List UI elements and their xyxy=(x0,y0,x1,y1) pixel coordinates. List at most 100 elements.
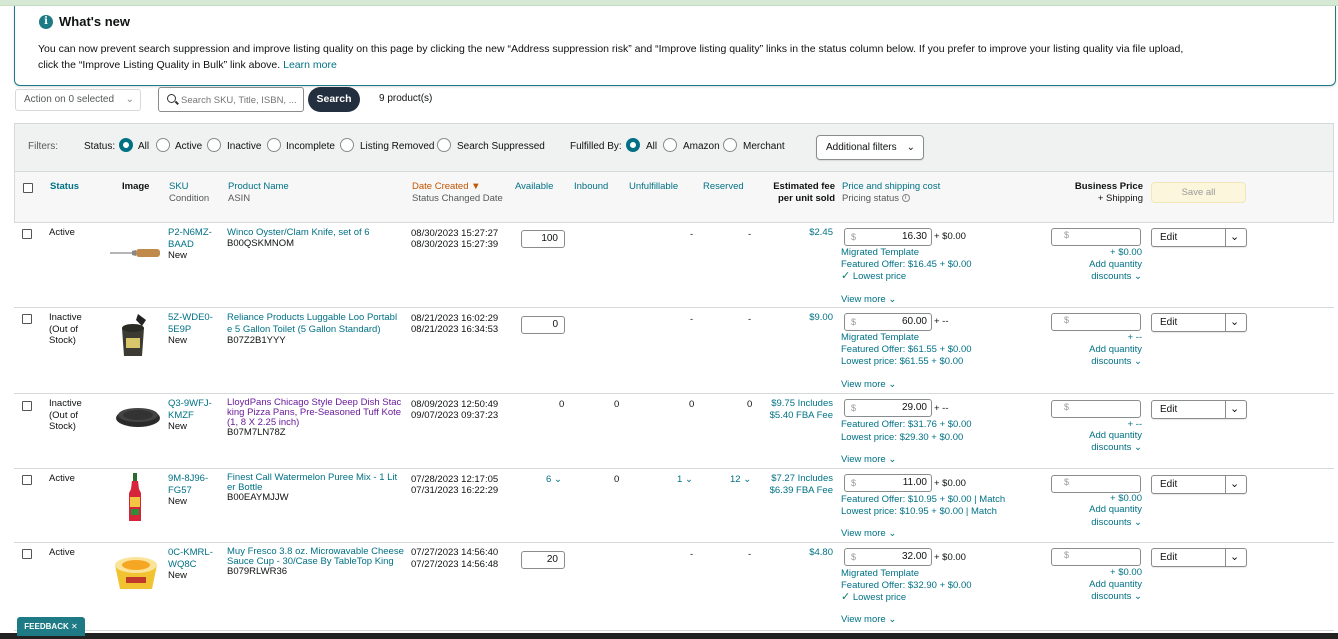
status-radio-inactive[interactable] xyxy=(207,138,221,152)
row-sku[interactable]: 5Z-WDE0- xyxy=(168,312,213,324)
row-sku-cont[interactable]: BAAD xyxy=(168,239,212,251)
status-radio-search-suppressed[interactable] xyxy=(437,138,451,152)
fulfilled-radio-all[interactable] xyxy=(626,138,640,152)
price-input[interactable]: $11.00 xyxy=(844,474,932,492)
price-input[interactable]: $60.00 xyxy=(844,313,932,331)
row-product-name[interactable]: Reliance Products Luggable Loo Portabl xyxy=(227,312,397,324)
price-input[interactable]: $29.00 xyxy=(844,399,932,417)
row-sku-cont[interactable]: FG57 xyxy=(168,485,208,497)
row-fee-detail[interactable]: $6.39 FBA Fee xyxy=(754,485,833,497)
dropdown-chevron-icon[interactable]: ⌄ xyxy=(1230,476,1239,493)
row-fee[interactable]: $7.27 Includes xyxy=(754,473,833,485)
status-option-search-suppressed[interactable]: Search Suppressed xyxy=(457,141,545,152)
product-image-toilet[interactable] xyxy=(118,312,148,358)
edit-button[interactable]: Edit ⌄ xyxy=(1151,475,1247,494)
additional-filters-button[interactable]: Additional filters ⌄ xyxy=(816,135,924,160)
info-circle-icon[interactable]: i xyxy=(901,194,910,203)
row-fee[interactable]: $9.75 Includes xyxy=(754,398,833,410)
dropdown-chevron-icon[interactable]: ⌄ xyxy=(1230,314,1239,331)
edit-button[interactable]: Edit ⌄ xyxy=(1151,228,1247,247)
feedback-button[interactable]: FEEDBACK ✕ xyxy=(17,617,85,636)
row-sku-cont[interactable]: WQ8C xyxy=(168,559,213,571)
column-unfulfillable[interactable]: Unfulfillable xyxy=(629,181,678,193)
add-quantity-link[interactable]: Add quantity xyxy=(1064,430,1142,442)
discounts-link[interactable]: discounts xyxy=(1091,591,1131,602)
available-quantity-input[interactable]: 100 xyxy=(521,230,565,248)
row-checkbox[interactable] xyxy=(22,401,32,411)
fulfilled-option-merchant[interactable]: Merchant xyxy=(743,141,785,152)
status-option-listing-removed[interactable]: Listing Removed xyxy=(360,141,434,152)
edit-button[interactable]: Edit ⌄ xyxy=(1151,313,1247,332)
select-all-checkbox[interactable] xyxy=(23,183,33,193)
pricing-line[interactable]: Featured Offer: $61.55 + $0.00 xyxy=(841,344,972,356)
column-reserved[interactable]: Reserved xyxy=(703,181,744,193)
row-reserved[interactable]: 12 xyxy=(730,474,741,485)
status-radio-all[interactable] xyxy=(119,138,133,152)
price-input[interactable]: $16.30 xyxy=(844,228,932,246)
row-fee-detail[interactable]: $5.40 FBA Fee xyxy=(754,410,833,422)
pricing-line[interactable]: Featured Offer: $32.90 + $0.00 xyxy=(841,580,972,592)
discounts-link[interactable]: discounts xyxy=(1091,271,1131,282)
add-quantity-link[interactable]: Add quantity xyxy=(1064,259,1142,271)
bulk-action-select[interactable]: Action on 0 selected ⌄ xyxy=(15,89,141,111)
row-fee[interactable]: $4.80 xyxy=(754,547,833,559)
product-image-bottle[interactable] xyxy=(126,473,144,523)
product-image-pizza-pan[interactable] xyxy=(114,404,162,428)
dropdown-chevron-icon[interactable]: ⌄ xyxy=(1230,229,1239,246)
status-option-inactive[interactable]: Inactive xyxy=(227,141,261,152)
pricing-line[interactable]: Migrated Template xyxy=(841,332,919,344)
add-quantity-link[interactable]: Add quantity xyxy=(1064,504,1142,516)
view-more-link[interactable]: View more xyxy=(841,454,886,465)
row-sku[interactable]: 9M-8J96- xyxy=(168,473,208,485)
edit-button[interactable]: Edit ⌄ xyxy=(1151,548,1247,567)
pricing-line[interactable]: Featured Offer: $10.95 + $0.00 | Match xyxy=(841,494,1005,506)
row-checkbox[interactable] xyxy=(22,229,32,239)
pricing-line[interactable]: Migrated Template xyxy=(841,247,919,259)
learn-more-link[interactable]: Learn more xyxy=(283,59,337,71)
row-sku[interactable]: 0C-KMRL- xyxy=(168,547,213,559)
dropdown-chevron-icon[interactable]: ⌄ xyxy=(1230,549,1239,566)
save-all-button[interactable]: Save all xyxy=(1151,182,1246,203)
discounts-link[interactable]: discounts xyxy=(1091,442,1131,453)
business-price-input[interactable]: $ xyxy=(1051,548,1141,566)
price-input[interactable]: $32.00 xyxy=(844,548,932,566)
available-quantity-input[interactable]: 0 xyxy=(521,316,565,334)
dropdown-chevron-icon[interactable]: ⌄ xyxy=(1230,401,1239,418)
fulfilled-option-all[interactable]: All xyxy=(646,141,657,152)
view-more-link[interactable]: View more xyxy=(841,294,886,305)
row-sku-cont[interactable]: KMZF xyxy=(168,410,212,422)
product-image-knife[interactable] xyxy=(110,245,162,261)
edit-button[interactable]: Edit ⌄ xyxy=(1151,400,1247,419)
row-sku[interactable]: Q3-9WFJ- xyxy=(168,398,212,410)
pricing-line[interactable]: Featured Offer: $31.76 + $0.00 xyxy=(841,419,972,431)
search-input[interactable] xyxy=(181,92,299,108)
pricing-line[interactable]: Migrated Template xyxy=(841,568,919,580)
discounts-link[interactable]: discounts xyxy=(1091,517,1131,528)
status-option-active[interactable]: Active xyxy=(175,141,202,152)
row-product-name[interactable]: Winco Oyster/Clam Knife, set of 6 xyxy=(227,227,370,239)
status-radio-active[interactable] xyxy=(156,138,170,152)
pricing-line[interactable]: Lowest price: $10.95 + $0.00 | Match xyxy=(841,506,997,518)
close-icon[interactable]: ✕ xyxy=(71,622,78,631)
row-fee[interactable]: $2.45 xyxy=(754,227,833,239)
column-sku[interactable]: SKU xyxy=(169,181,209,193)
column-date-created[interactable]: Date Created xyxy=(412,181,469,192)
column-price[interactable]: Price and shipping cost xyxy=(842,181,940,193)
product-image-cheese-cup[interactable] xyxy=(112,551,160,591)
business-price-input[interactable]: $ xyxy=(1051,313,1141,331)
row-checkbox[interactable] xyxy=(22,475,32,485)
view-more-link[interactable]: View more xyxy=(841,614,886,625)
pricing-line[interactable]: Lowest price: $61.55 + $0.00 xyxy=(841,356,963,368)
discounts-link[interactable]: discounts xyxy=(1091,356,1131,367)
row-available[interactable]: 6 xyxy=(546,474,551,485)
available-quantity-input[interactable]: 20 xyxy=(521,551,565,569)
column-status[interactable]: Status xyxy=(50,181,79,192)
status-option-incomplete[interactable]: Incomplete xyxy=(286,141,335,152)
business-price-input[interactable]: $ xyxy=(1051,475,1141,493)
search-button[interactable]: Search xyxy=(308,87,360,112)
row-sku-cont[interactable]: 5E9P xyxy=(168,324,213,336)
row-unfulfillable[interactable]: 1 xyxy=(677,474,682,485)
add-quantity-link[interactable]: Add quantity xyxy=(1064,344,1142,356)
view-more-link[interactable]: View more xyxy=(841,528,886,539)
row-checkbox[interactable] xyxy=(22,549,32,559)
